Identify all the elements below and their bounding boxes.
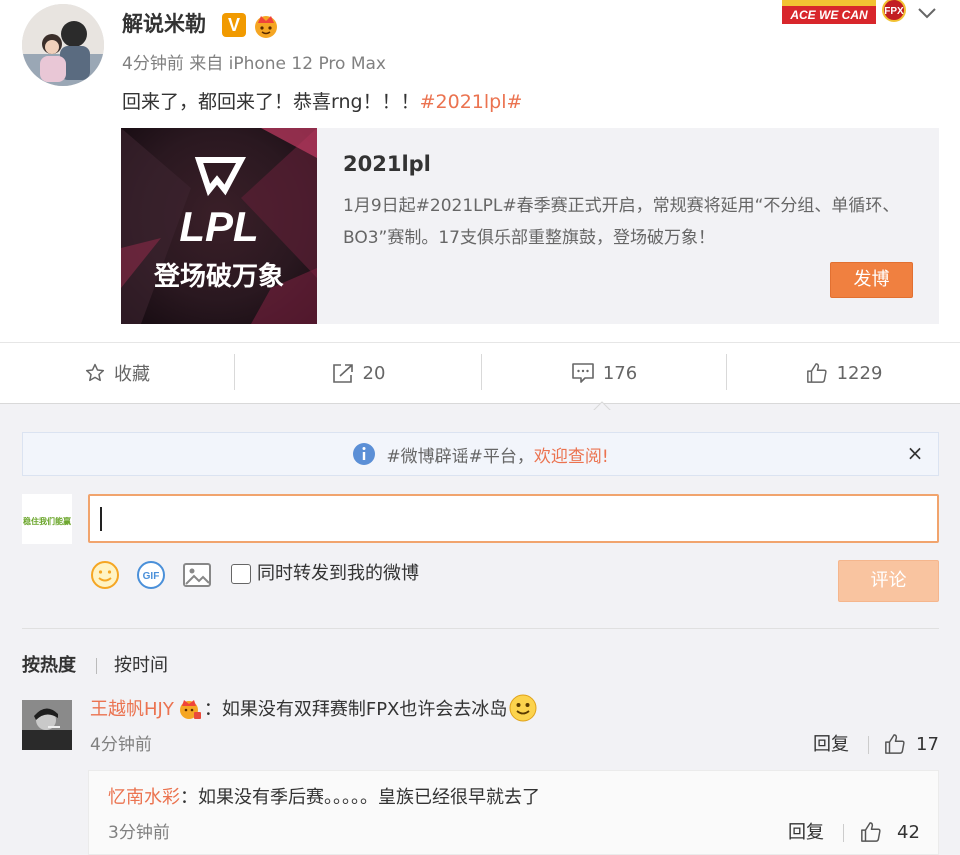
card-slogan: 登场破万象 [153, 261, 284, 292]
section-divider [22, 628, 939, 629]
post-meta: 4分钟前 来自 iPhone 12 Pro Max [122, 54, 386, 74]
info-icon [353, 443, 376, 465]
notice-highlight[interactable]: 欢迎查阅! [534, 442, 609, 467]
comment-like-count: 17 [916, 734, 939, 755]
replier-name[interactable]: 忆南水彩 [108, 787, 180, 808]
card-thumbnail[interactable]: LPL 登场破万象 [121, 128, 317, 324]
comment-input[interactable] [88, 494, 939, 543]
thumbs-up-icon[interactable] [884, 733, 906, 755]
commenter-avatar[interactable] [22, 700, 72, 750]
post-hashtag[interactable]: #2021lpl# [420, 91, 523, 113]
card-title[interactable]: 2021lpl [343, 150, 431, 178]
banner-team: FPX [884, 6, 904, 17]
card-logo-text: LPL [179, 203, 258, 250]
svg-text:GIF: GIF [143, 571, 160, 582]
commenter-name[interactable]: 王越帆HJY [90, 699, 174, 720]
like-button[interactable]: 1229 [727, 342, 960, 404]
repost-button[interactable]: 20 [235, 342, 481, 404]
emoji-icon[interactable] [90, 560, 120, 590]
chevron-down-icon[interactable] [916, 4, 938, 22]
reply-time: 3分钟前 [108, 823, 170, 843]
image-icon[interactable] [182, 560, 212, 590]
favorite-label: 收藏 [114, 364, 150, 385]
comment-line: 王越帆HJY ：如果没有双拜赛制FPX也许会去冰岛 [90, 694, 537, 724]
submit-comment-button[interactable]: 评论 [838, 560, 939, 602]
author-name[interactable]: 解说米勒 [122, 10, 206, 38]
comment-button[interactable]: 176 [482, 342, 726, 404]
reply-line: 忆南水彩：如果没有季后赛。。。。。皇族已经很早就去了 [108, 784, 540, 812]
star-icon [85, 363, 105, 382]
verified-badge-icon: V [222, 13, 246, 37]
my-avatar[interactable]: 稳住我们能赢 [22, 494, 72, 544]
comment-count: 176 [602, 362, 638, 384]
repost-count: 20 [362, 362, 386, 384]
repost-checkbox-label[interactable]: 同时转发到我的微博 [257, 561, 419, 587]
thumbs-up-icon [806, 363, 827, 383]
smile-emoji-icon [509, 694, 537, 722]
caret-pointer-icon [591, 396, 613, 412]
comment-time: 4分钟前 [90, 735, 152, 755]
notice-text[interactable]: #微博辟谣#平台， [386, 442, 534, 467]
like-count: 1229 [836, 362, 883, 384]
post-text: 回来了，都回来了！恭喜rng！！！#2021lpl# [122, 88, 522, 116]
reply-like-count: 42 [897, 822, 920, 843]
author-avatar[interactable] [22, 4, 104, 86]
crown-badge-icon [176, 696, 202, 720]
sort-by-hot[interactable]: 按热度 [22, 653, 76, 679]
text-cursor [100, 507, 102, 531]
post-text-main: 回来了，都回来了！恭喜rng！！！ [122, 91, 420, 113]
comment-text: ：如果没有双拜赛制FPX也许会去冰岛 [203, 699, 508, 720]
thumbs-up-icon[interactable] [860, 821, 882, 843]
my-avatar-text: 稳住我们能赢 [23, 516, 71, 526]
card-description: 1月9日起#2021LPL#春季赛正式开启，常规赛将延用“不分组、单循环、BO3… [343, 196, 900, 248]
team-banner[interactable]: ACE WE CAN FPX [782, 0, 912, 24]
repost-checkbox[interactable] [231, 564, 251, 584]
sort-by-time[interactable]: 按时间 [114, 653, 168, 679]
banner-text: ACE WE CAN [789, 8, 868, 22]
reply-button[interactable]: 回复 [788, 821, 824, 845]
crown-badge-icon [252, 11, 280, 39]
close-icon[interactable]: × [905, 443, 925, 463]
reply-button[interactable]: 回复 [813, 733, 849, 757]
comment-action-divider [868, 736, 869, 754]
share-icon [332, 364, 353, 383]
favorite-button[interactable]: 收藏 [0, 342, 234, 404]
rumor-notice-bar: #微博辟谣#平台， 欢迎查阅! [22, 432, 939, 476]
gif-icon[interactable]: GIF [136, 560, 166, 590]
sort-divider [96, 658, 97, 674]
comment-action-divider [843, 824, 844, 842]
comment-icon [572, 363, 594, 383]
reply-text: ：如果没有季后赛。。。。。皇族已经很早就去了 [180, 787, 540, 808]
post-weibo-button[interactable]: 发博 [830, 262, 913, 298]
